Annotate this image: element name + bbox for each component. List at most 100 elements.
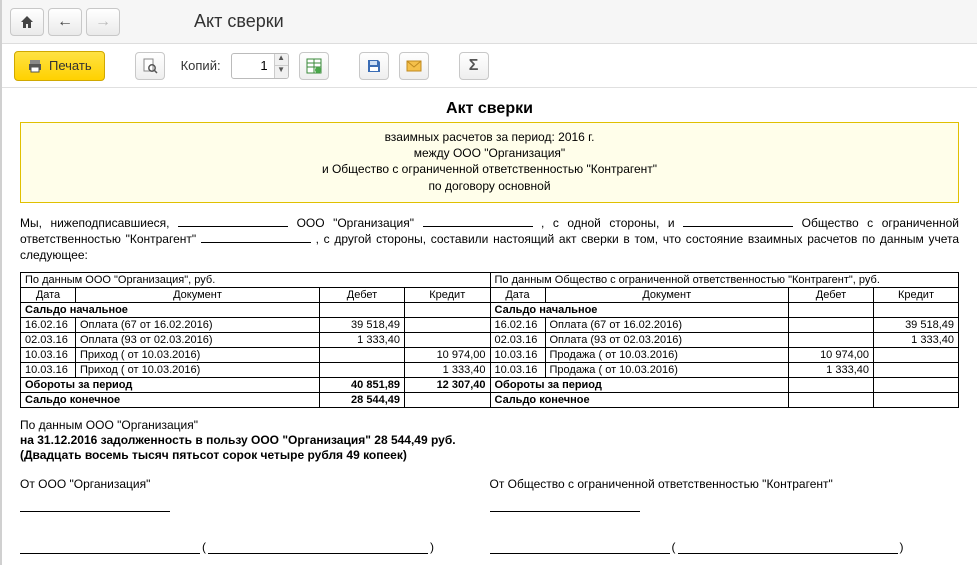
table-header: По данным ООО "Организация", руб. <box>21 272 490 287</box>
cell: Приход ( от 10.03.2016) <box>76 362 320 377</box>
sum-button[interactable]: Σ <box>459 52 489 80</box>
text: Мы, нижеподписавшиеся, <box>20 216 178 230</box>
copies-input[interactable] <box>232 58 274 73</box>
paren: ( <box>672 540 676 554</box>
copies-down[interactable]: ▼ <box>275 66 288 78</box>
copies-label: Копий: <box>181 58 221 73</box>
cell: 02.03.16 <box>21 332 76 347</box>
app-window: ← → Акт сверки Печать Копий: ▲ ▼ <box>0 0 977 565</box>
cell: Продажа ( от 10.03.2016) <box>545 347 789 362</box>
cell <box>789 392 874 407</box>
print-button[interactable]: Печать <box>14 51 105 81</box>
blank-line <box>178 215 288 227</box>
cell: 40 851,89 <box>319 377 404 392</box>
cell: 10 974,00 <box>404 347 489 362</box>
box-line: между ООО "Организация" <box>31 145 948 161</box>
col-credit: Кредит <box>404 287 489 302</box>
paren: ) <box>430 540 434 554</box>
cell: 1 333,40 <box>874 332 959 347</box>
cell: 39 518,49 <box>319 317 404 332</box>
table-row: 16.02.16Оплата (67 от 16.02.2016)39 518,… <box>490 317 959 332</box>
saldo-start: Сальдо начальное <box>490 302 789 317</box>
cell <box>404 392 489 407</box>
sign-line <box>20 511 170 512</box>
cell <box>789 377 874 392</box>
signatures-row: От ООО "Организация" ( ) От Общество с о… <box>20 477 959 554</box>
blank-line <box>423 215 533 227</box>
footer-text: По данным ООО "Организация" <box>20 418 959 433</box>
text: , с одной стороны, и <box>541 216 683 230</box>
footer-block: По данным ООО "Организация" на 31.12.201… <box>20 418 959 463</box>
col-debit: Дебет <box>319 287 404 302</box>
cell: Оплата (93 от 02.03.2016) <box>545 332 789 347</box>
tables-row: По данным ООО "Организация", руб. Дата Д… <box>20 272 959 408</box>
cell <box>404 332 489 347</box>
cell: Приход ( от 10.03.2016) <box>76 347 320 362</box>
col-doc: Документ <box>76 287 320 302</box>
copies-stepper[interactable]: ▲ ▼ <box>231 53 289 79</box>
turnover: Обороты за период <box>490 377 789 392</box>
intro-paragraph: Мы, нижеподписавшиеся, ООО "Организация"… <box>20 215 959 264</box>
cell <box>789 317 874 332</box>
table-row: 10.03.16Приход ( от 10.03.2016)10 974,00 <box>21 347 490 362</box>
cell <box>789 332 874 347</box>
copies-up[interactable]: ▲ <box>275 54 288 66</box>
preview-button[interactable] <box>135 52 165 80</box>
document-area[interactable]: Акт сверки взаимных расчетов за период: … <box>2 88 977 565</box>
left-table: По данным ООО "Организация", руб. Дата Д… <box>20 272 490 408</box>
turnover: Обороты за период <box>21 377 320 392</box>
cell: 1 333,40 <box>789 362 874 377</box>
col-date: Дата <box>490 287 545 302</box>
cell: Продажа ( от 10.03.2016) <box>545 362 789 377</box>
doc-title: Акт сверки <box>20 100 959 118</box>
saldo-start: Сальдо начальное <box>21 302 320 317</box>
printer-icon <box>27 58 43 74</box>
blank-line <box>201 231 311 243</box>
table-header: По данным Общество с ограниченной ответс… <box>490 272 959 287</box>
box-line: и Общество с ограниченной ответственност… <box>31 161 948 177</box>
cell <box>874 392 959 407</box>
sign-right-label: От Общество с ограниченной ответственнос… <box>490 477 960 491</box>
forward-button[interactable]: → <box>86 8 120 36</box>
spreadsheet-icon <box>306 58 322 74</box>
cell: 16.02.16 <box>490 317 545 332</box>
home-button[interactable] <box>10 8 44 36</box>
cell: 1 333,40 <box>319 332 404 347</box>
toolbar: Печать Копий: ▲ ▼ Σ <box>2 44 977 88</box>
col-credit: Кредит <box>874 287 959 302</box>
col-date: Дата <box>21 287 76 302</box>
paren: ( <box>202 540 206 554</box>
table-row: 10.03.16Продажа ( от 10.03.2016)10 974,0… <box>490 347 959 362</box>
cell: 1 333,40 <box>404 362 489 377</box>
table-row: 10.03.16Продажа ( от 10.03.2016)1 333,40 <box>490 362 959 377</box>
cell: 28 544,49 <box>319 392 404 407</box>
footer-text-bold: на 31.12.2016 задолженность в пользу ООО… <box>20 433 480 463</box>
back-button[interactable]: ← <box>48 8 82 36</box>
cell <box>404 317 489 332</box>
cell: 12 307,40 <box>404 377 489 392</box>
header-box: взаимных расчетов за период: 2016 г. меж… <box>20 122 959 203</box>
save-button[interactable] <box>359 52 389 80</box>
right-table: По данным Общество с ограниченной ответс… <box>490 272 960 408</box>
spreadsheet-button[interactable] <box>299 52 329 80</box>
cell <box>319 362 404 377</box>
sign-line <box>490 553 670 554</box>
col-debit: Дебет <box>789 287 874 302</box>
cell: Оплата (67 от 16.02.2016) <box>545 317 789 332</box>
table-row: 10.03.16Приход ( от 10.03.2016)1 333,40 <box>21 362 490 377</box>
sign-left-label: От ООО "Организация" <box>20 477 490 491</box>
paren: ) <box>900 540 904 554</box>
text: ООО "Организация" <box>297 216 423 230</box>
saldo-end: Сальдо конечное <box>21 392 320 407</box>
cell <box>874 347 959 362</box>
sign-line <box>208 553 428 554</box>
box-line: взаимных расчетов за период: 2016 г. <box>31 129 948 145</box>
email-button[interactable] <box>399 52 429 80</box>
blank-line <box>683 215 793 227</box>
titlebar: ← → Акт сверки <box>2 0 977 44</box>
cell: 10.03.16 <box>490 362 545 377</box>
sign-line <box>490 511 640 512</box>
saldo-end: Сальдо конечное <box>490 392 789 407</box>
table-row: 02.03.16Оплата (93 от 02.03.2016)1 333,4… <box>21 332 490 347</box>
sign-line <box>20 553 200 554</box>
